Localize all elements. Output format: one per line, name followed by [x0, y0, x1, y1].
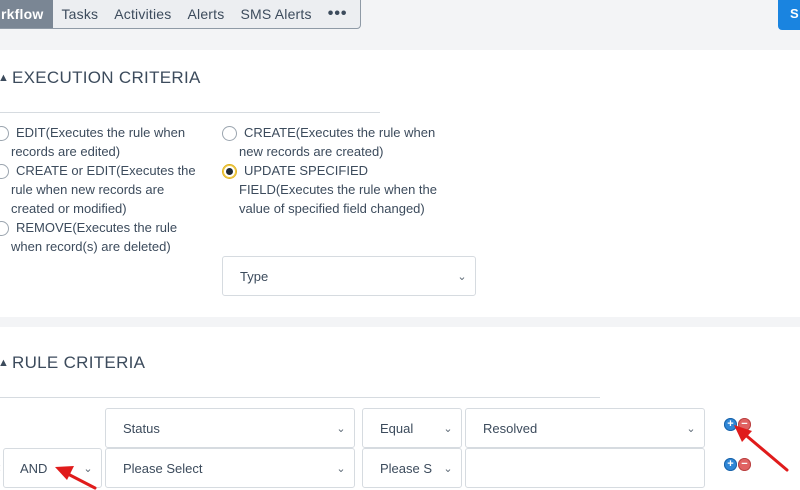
- red-arrow-icon: [734, 425, 789, 472]
- annotation-arrows: [55, 425, 789, 490]
- red-arrow-icon: [55, 466, 97, 490]
